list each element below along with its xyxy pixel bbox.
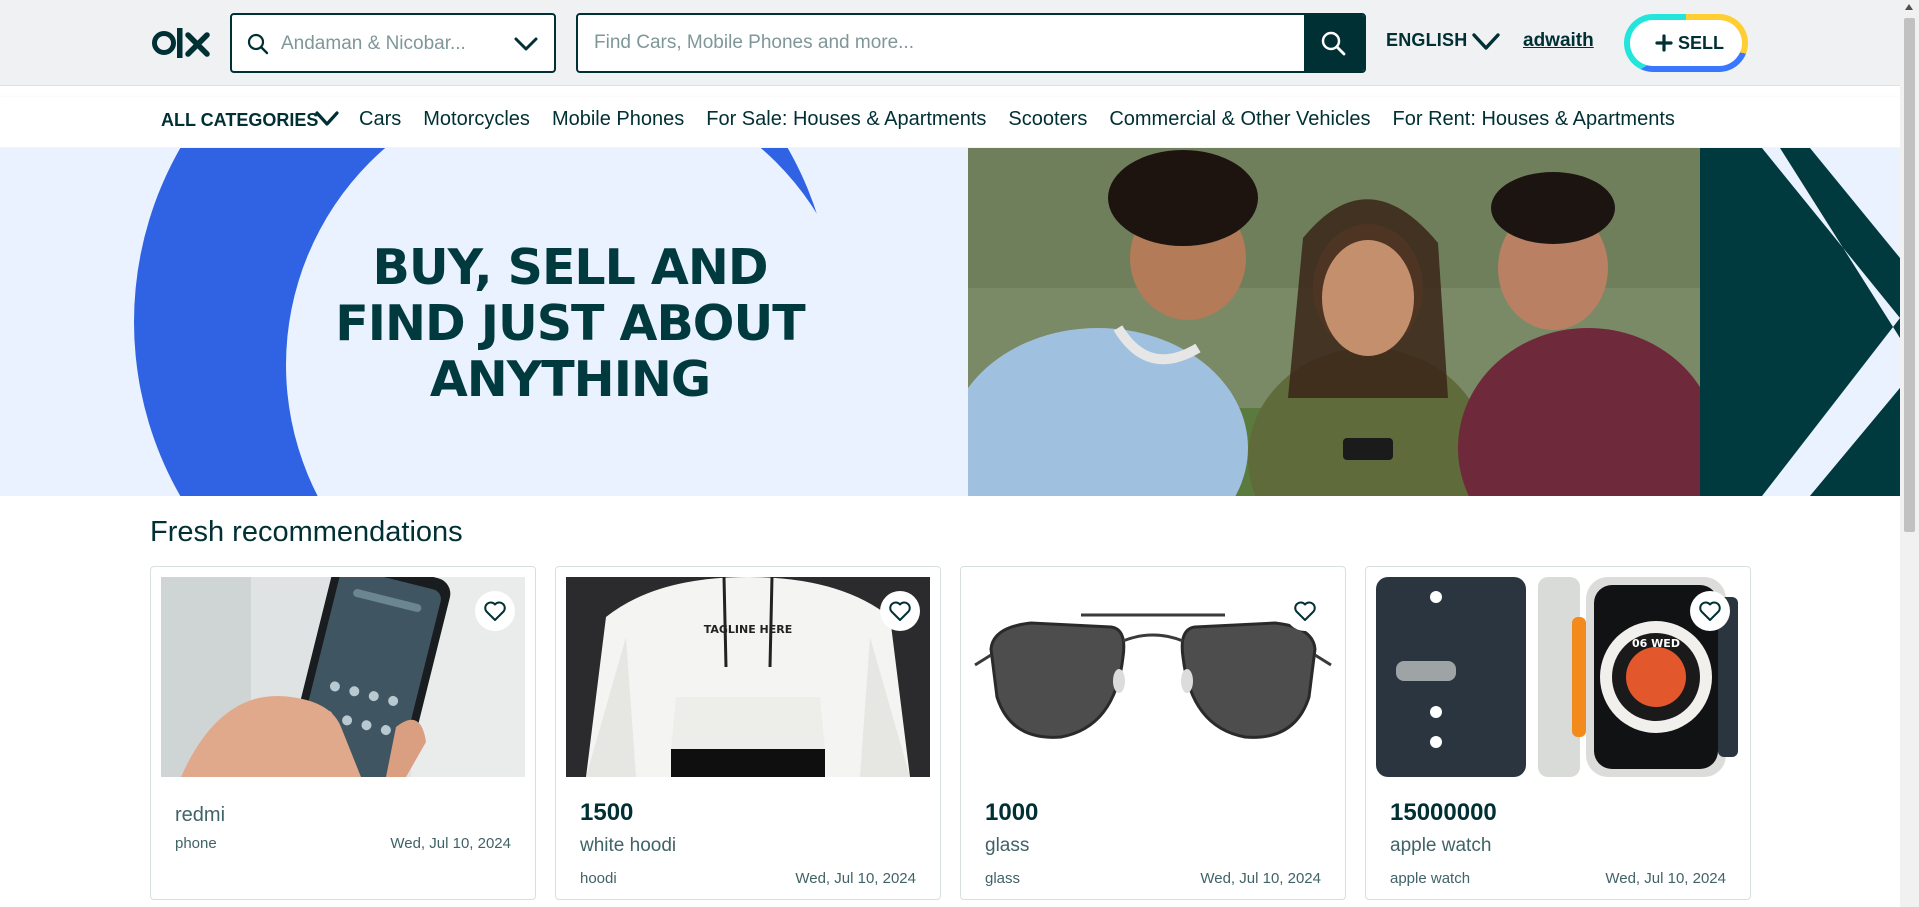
location-selector[interactable]: Andaman & Nicobar...: [230, 13, 556, 73]
listing-date: Wed, Jul 10, 2024: [1605, 870, 1726, 887]
category-link-motorcycles[interactable]: Motorcycles: [423, 108, 530, 131]
favorite-button[interactable]: [475, 591, 515, 631]
top-header: Andaman & Nicobar... ENGLISH adwaith SEL…: [0, 0, 1900, 86]
scroll-up-arrow-icon[interactable]: [1905, 4, 1913, 10]
category-links: Cars Motorcycles Mobile Phones For Sale:…: [359, 108, 1675, 131]
hoodie-print-text: TAGLINE HERE: [704, 623, 793, 636]
listing-card-glass[interactable]: 1000 glass glass Wed, Jul 10, 2024: [960, 566, 1346, 900]
smart-watch-image: 06 WED: [1376, 577, 1740, 777]
category-link-houses-for-rent[interactable]: For Rent: Houses & Apartments: [1393, 108, 1675, 131]
heart-icon: [1294, 601, 1316, 621]
sell-label: SELL: [1678, 33, 1725, 53]
listing-date: Wed, Jul 10, 2024: [390, 835, 511, 852]
listing-image: 06 WED: [1376, 577, 1740, 777]
favorite-button[interactable]: [1285, 591, 1325, 631]
category-link-cars[interactable]: Cars: [359, 108, 401, 131]
chevron-down-icon[interactable]: [512, 32, 540, 56]
listing-date: Wed, Jul 10, 2024: [795, 870, 916, 887]
olx-logo[interactable]: [152, 24, 210, 62]
banner-headline-line-1: BUY, SELL AND: [372, 239, 768, 296]
search-icon: [247, 33, 269, 55]
search-bar: [576, 13, 1366, 73]
phone-in-hand-image: [161, 577, 525, 777]
category-link-scooters[interactable]: Scooters: [1008, 108, 1087, 131]
listing-price: 15000000: [1390, 799, 1497, 826]
listing-image: TAGLINE HERE: [566, 577, 930, 777]
category-link-commercial-vehicles[interactable]: Commercial & Other Vehicles: [1109, 108, 1370, 131]
banner-headline: BUY, SELL AND FIND JUST ABOUT ANYTHING: [310, 240, 830, 408]
listing-title: redmi: [175, 804, 226, 826]
language-selector[interactable]: ENGLISH: [1386, 30, 1500, 56]
favorite-button[interactable]: [1690, 591, 1730, 631]
listing-card-apple-watch[interactable]: 06 WED 15000000 apple watch apple watch …: [1365, 566, 1751, 900]
watch-face-text: 06 WED: [1632, 637, 1680, 650]
search-input[interactable]: [578, 15, 1296, 71]
category-link-mobile-phones[interactable]: Mobile Phones: [552, 108, 684, 131]
heart-icon: [889, 601, 911, 621]
all-categories-button[interactable]: ALL CATEGORIES: [161, 110, 318, 131]
listing-image: [161, 577, 525, 777]
location-value: Andaman & Nicobar...: [281, 33, 466, 54]
category-link-houses-for-sale[interactable]: For Sale: Houses & Apartments: [706, 108, 986, 131]
banner-headline-line-2: FIND JUST ABOUT: [335, 295, 805, 352]
category-bar: ALL CATEGORIES Cars Motorcycles Mobile P…: [0, 97, 1900, 147]
aviator-sunglasses-image: [971, 577, 1335, 777]
page-scrollbar[interactable]: [1900, 0, 1919, 907]
listing-category: apple watch: [1390, 870, 1471, 887]
listing-title: white hoodi: [580, 835, 677, 856]
banner-arrow-graphic: [1700, 148, 1900, 496]
listing-card-redmi[interactable]: redmi phone Wed, Jul 10, 2024: [150, 566, 536, 900]
banner-headline-line-3: ANYTHING: [429, 351, 711, 408]
search-icon: [1321, 31, 1346, 56]
banner-photo-friends: [968, 148, 1700, 496]
listing-category: glass: [985, 870, 1021, 887]
language-label: ENGLISH: [1386, 30, 1468, 50]
listing-category: hoodi: [580, 870, 617, 887]
heart-icon: [484, 601, 506, 621]
listing-category: phone: [175, 835, 217, 852]
listing-title: apple watch: [1390, 835, 1492, 856]
plus-icon: [1655, 34, 1673, 52]
sell-button[interactable]: SELL: [1624, 14, 1748, 72]
banner-graphic: BUY, SELL AND FIND JUST ABOUT ANYTHING: [0, 148, 968, 496]
hero-banner[interactable]: BUY, SELL AND FIND JUST ABOUT ANYTHING: [0, 148, 1900, 496]
user-profile-link[interactable]: adwaith: [1523, 30, 1594, 52]
listing-price: 1500: [580, 799, 634, 826]
listing-title: glass: [985, 835, 1030, 856]
listing-date: Wed, Jul 10, 2024: [1200, 870, 1321, 887]
search-button[interactable]: [1304, 15, 1364, 71]
scrollbar-thumb[interactable]: [1904, 18, 1915, 532]
section-title: Fresh recommendations: [150, 516, 463, 548]
heart-icon: [1699, 601, 1721, 621]
listing-image: [971, 577, 1335, 777]
listing-card-white-hoodi[interactable]: TAGLINE HERE 1500 white hoodi hoodi Wed,…: [555, 566, 941, 900]
chevron-down-icon[interactable]: [313, 107, 341, 133]
listing-price: 1000: [985, 799, 1039, 826]
white-hoodie-image: TAGLINE HERE: [566, 577, 930, 777]
favorite-button[interactable]: [880, 591, 920, 631]
chevron-down-icon: [1472, 33, 1500, 50]
